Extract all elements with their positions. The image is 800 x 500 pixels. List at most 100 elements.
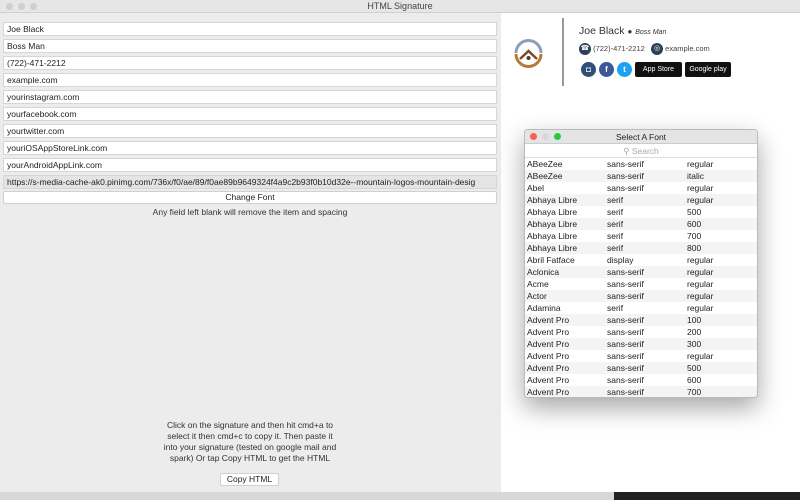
signature-website[interactable]: example.com — [665, 44, 710, 53]
close-button[interactable] — [530, 133, 537, 140]
font-row[interactable]: Abhaya Libre serif 700 — [525, 230, 757, 242]
form-field-1[interactable]: Boss Man — [3, 39, 497, 53]
font-category: sans-serif — [607, 387, 644, 397]
font-family: Actor — [527, 291, 547, 301]
desktop-background — [0, 492, 800, 500]
font-variant: regular — [687, 303, 714, 313]
font-variant: regular — [687, 279, 714, 289]
font-picker-titlebar: Select A Font — [525, 130, 757, 144]
font-row[interactable]: Advent Pro sans-serif 600 — [525, 374, 757, 386]
font-row[interactable]: Advent Pro sans-serif regular — [525, 350, 757, 362]
font-family: Abhaya Libre — [527, 231, 578, 241]
font-category: sans-serif — [607, 327, 644, 337]
font-search-input[interactable]: ⚲ Search — [525, 144, 757, 158]
font-category: sans-serif — [607, 183, 644, 193]
font-family: Abhaya Libre — [527, 207, 578, 217]
signature-phone[interactable]: (722)-471-2212 — [593, 44, 645, 53]
font-row[interactable]: ABeeZee sans-serif regular — [525, 158, 757, 170]
font-picker-window: Select A Font ⚲ Search ABeeZee sans-serif… — [524, 129, 758, 398]
google-play-label: Google play — [689, 66, 727, 73]
font-variant: regular — [687, 291, 714, 301]
twitter-icon[interactable]: t — [617, 62, 632, 77]
form-field-2[interactable]: (722)-471-2212 — [3, 56, 497, 70]
font-picker-title: Select A Font — [615, 132, 667, 142]
font-row[interactable]: Advent Pro sans-serif 300 — [525, 338, 757, 350]
font-row[interactable]: ABeeZee sans-serif italic — [525, 170, 757, 182]
form-field-4[interactable]: yourinstagram.com — [3, 90, 497, 104]
instagram-icon[interactable]: ◘ — [581, 62, 596, 77]
font-row[interactable]: Abhaya Libre serif 800 — [525, 242, 757, 254]
font-row[interactable]: Abhaya Libre serif 500 — [525, 206, 757, 218]
font-variant: 600 — [687, 219, 702, 229]
font-variant: 700 — [687, 231, 702, 241]
font-category: sans-serif — [607, 171, 644, 181]
app-store-badge[interactable]: App Store — [635, 62, 682, 77]
font-category: serif — [607, 243, 624, 253]
font-category: sans-serif — [607, 315, 644, 325]
font-category: serif — [607, 219, 624, 229]
facebook-icon[interactable]: f — [599, 62, 614, 77]
form-field-8[interactable]: yourAndroidAppLink.com — [3, 158, 497, 172]
logo-icon — [513, 37, 544, 70]
font-variant: 600 — [687, 375, 702, 385]
font-category: sans-serif — [607, 267, 644, 277]
search-icon: ⚲ — [623, 146, 630, 156]
minimize-button[interactable] — [542, 133, 549, 140]
font-category: serif — [607, 195, 624, 205]
font-variant: regular — [687, 351, 714, 361]
image-url-field[interactable]: https://s-media-cache-ak0.pinimg.com/736… — [3, 175, 497, 189]
font-family: Abhaya Libre — [527, 219, 578, 229]
font-family: Advent Pro — [527, 363, 570, 373]
font-row[interactable]: Aclonica sans-serif regular — [525, 266, 757, 278]
font-variant: regular — [687, 195, 714, 205]
font-variant: 700 — [687, 387, 702, 397]
form-field-7[interactable]: youriOSAppStoreLink.com — [3, 141, 497, 155]
zoom-button[interactable] — [30, 3, 37, 10]
font-row[interactable]: Actor sans-serif regular — [525, 290, 757, 302]
font-row[interactable]: Advent Pro sans-serif 500 — [525, 362, 757, 374]
font-row[interactable]: Abhaya Libre serif 600 — [525, 218, 757, 230]
minimize-button[interactable] — [18, 3, 25, 10]
font-category: serif — [607, 207, 624, 217]
form-field-6[interactable]: yourtwitter.com — [3, 124, 497, 138]
font-row[interactable]: Abril Fatface display regular — [525, 254, 757, 266]
font-family: Abril Fatface — [527, 255, 575, 265]
font-family: Advent Pro — [527, 375, 570, 385]
window-titlebar: HTML Signature — [0, 0, 800, 13]
font-category: sans-serif — [607, 291, 644, 301]
font-variant: 500 — [687, 363, 702, 373]
zoom-button[interactable] — [554, 133, 561, 140]
form-field-5[interactable]: yourfacebook.com — [3, 107, 497, 121]
font-family: Abhaya Libre — [527, 195, 578, 205]
signature-title: Boss Man — [635, 29, 667, 36]
font-row[interactable]: Advent Pro sans-serif 700 — [525, 386, 757, 397]
window-title: HTML Signature — [367, 1, 433, 11]
font-category: sans-serif — [607, 351, 644, 361]
font-row[interactable]: Adamina serif regular — [525, 302, 757, 314]
font-variant: regular — [687, 255, 714, 265]
form-field-3[interactable]: example.com — [3, 73, 497, 87]
close-button[interactable] — [6, 3, 13, 10]
font-row[interactable]: Abel sans-serif regular — [525, 182, 757, 194]
font-family: Advent Pro — [527, 327, 570, 337]
font-list[interactable]: ABeeZee sans-serif regular ABeeZee sans-seri… — [525, 158, 757, 397]
font-variant: 200 — [687, 327, 702, 337]
font-variant: 800 — [687, 243, 702, 253]
font-category: display — [607, 255, 634, 265]
change-font-button[interactable]: Change Font — [3, 191, 497, 204]
font-category: sans-serif — [607, 339, 644, 349]
signature-name: Joe Black — [579, 25, 625, 37]
form-field-0[interactable]: Joe Black — [3, 22, 497, 36]
copy-html-button[interactable]: Copy HTML — [220, 473, 279, 486]
font-row[interactable]: Advent Pro sans-serif 200 — [525, 326, 757, 338]
window-controls[interactable] — [6, 3, 37, 10]
font-row[interactable]: Acme sans-serif regular — [525, 278, 757, 290]
font-category: sans-serif — [607, 159, 644, 169]
font-row[interactable]: Advent Pro sans-serif 100 — [525, 314, 757, 326]
google-play-badge[interactable]: Google play — [685, 62, 731, 77]
font-row[interactable]: Abhaya Libre serif regular — [525, 194, 757, 206]
font-category: serif — [607, 231, 624, 241]
font-category: sans-serif — [607, 375, 644, 385]
search-placeholder: Search — [631, 146, 659, 156]
phone-icon: ☎ — [579, 43, 591, 55]
